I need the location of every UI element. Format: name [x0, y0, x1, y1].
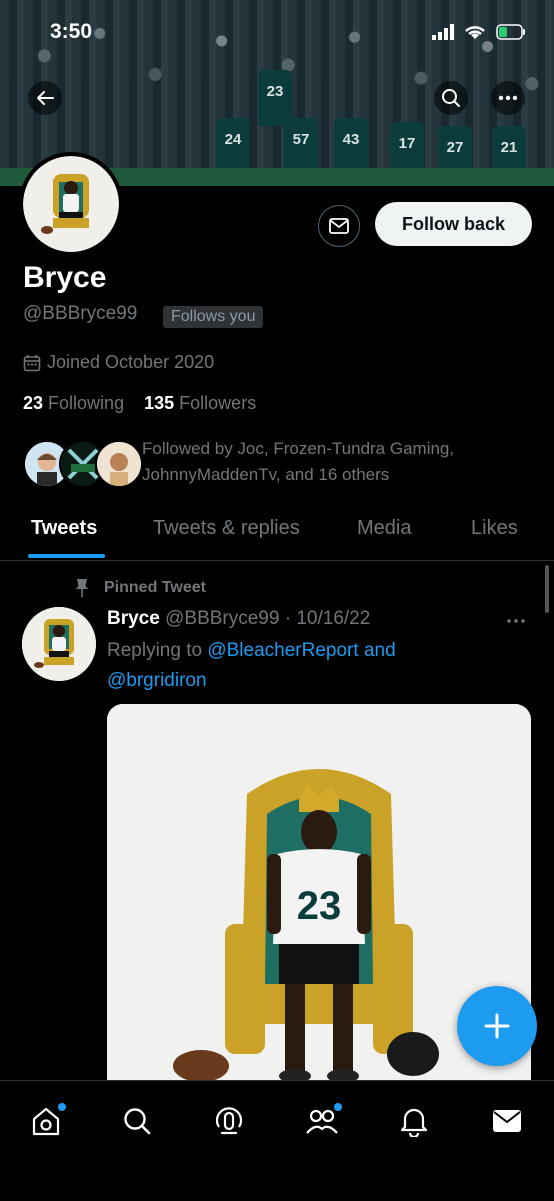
follower-avatar: [95, 440, 143, 488]
banner-jersey: 57: [284, 118, 318, 174]
communities-notification-dot: [334, 1103, 342, 1111]
more-icon: [498, 95, 518, 101]
avatar-image: [23, 156, 119, 252]
search-icon: [442, 89, 460, 107]
profile-name: Bryce: [23, 261, 107, 294]
spaces-icon: [215, 1107, 243, 1135]
scrollbar[interactable]: [545, 565, 549, 613]
nav-spaces[interactable]: [209, 1101, 249, 1141]
tweet-author-name[interactable]: Bryce: [107, 608, 160, 629]
profile-avatar[interactable]: [19, 152, 123, 256]
replying-to-label: Replying to: [107, 640, 203, 661]
followers-link[interactable]: 135 Followers: [144, 393, 256, 413]
mention-bleacherreport[interactable]: @BleacherReport: [207, 640, 358, 661]
status-time: 3:50: [50, 20, 93, 43]
tab-tweets-replies[interactable]: Tweets & replies: [153, 517, 300, 540]
notifications-icon: [400, 1108, 428, 1137]
more-icon: [507, 619, 525, 623]
communities-icon: [306, 1109, 338, 1134]
tweet-more-button[interactable]: [506, 608, 526, 629]
envelope-icon: [329, 218, 349, 234]
tab-likes[interactable]: Likes: [471, 517, 518, 540]
nav-communities[interactable]: [302, 1101, 342, 1141]
status-bar: 3:50: [0, 0, 554, 70]
calendar-icon: [23, 354, 41, 371]
tab-tweets[interactable]: Tweets: [31, 517, 97, 540]
messages-icon: [493, 1110, 521, 1132]
nav-notifications[interactable]: [394, 1101, 434, 1141]
tweet-author-handle: @BBBryce99: [165, 608, 280, 629]
pinned-text: Pinned Tweet: [104, 579, 206, 596]
plus-icon: [484, 1013, 510, 1039]
nav-home[interactable]: [26, 1101, 66, 1141]
home-notification-dot: [58, 1103, 66, 1111]
tweet-header: Bryce @BBBryce99 · 10/16/22: [107, 608, 370, 630]
followed-by-text[interactable]: Followed by Joc, Frozen-Tundra Gaming, J…: [142, 436, 542, 488]
bottom-navigation: [0, 1080, 554, 1201]
profile-handle: @BBBryce99: [23, 303, 138, 324]
search-button[interactable]: [434, 81, 468, 115]
active-tab-indicator: [28, 554, 105, 558]
pinned-label: Pinned Tweet: [74, 578, 206, 598]
replying-to: Replying to @BleacherReport and @brgridi…: [107, 636, 447, 696]
follow-back-button[interactable]: Follow back: [375, 202, 532, 246]
following-count: 23: [23, 393, 44, 413]
nav-search[interactable]: [117, 1101, 157, 1141]
banner-jersey: 23: [258, 70, 292, 126]
mention-brgridiron[interactable]: @brgridiron: [107, 670, 207, 691]
banner-jersey: 24: [216, 118, 250, 174]
mention-and: and: [363, 640, 396, 661]
joined-date: Joined October 2020: [23, 352, 214, 373]
message-button[interactable]: [318, 205, 360, 247]
wifi-icon: [465, 26, 485, 39]
followers-you-know-avatars[interactable]: [23, 440, 143, 488]
status-icons: [432, 24, 526, 40]
compose-tweet-button[interactable]: [457, 986, 537, 1066]
battery-icon: [496, 24, 525, 40]
image-jersey-number: 23: [297, 884, 342, 928]
pin-icon: [75, 579, 89, 597]
nav-messages[interactable]: [487, 1101, 527, 1141]
follow-stats: 23 Following 135 Followers: [23, 393, 256, 414]
back-button[interactable]: [28, 81, 62, 115]
home-icon: [32, 1107, 60, 1136]
signal-icon: [432, 24, 454, 40]
tweet-date: · 10/16/22: [284, 608, 371, 629]
following-label: Following: [48, 393, 125, 413]
banner-jersey: 43: [334, 118, 368, 174]
followers-count: 135: [144, 393, 175, 413]
followers-label: Followers: [179, 393, 257, 413]
joined-text: Joined October 2020: [47, 352, 215, 372]
tweet-author-avatar[interactable]: [22, 607, 96, 681]
more-button[interactable]: [491, 81, 525, 115]
profile-tabs: Tweets Tweets & replies Media Likes: [0, 504, 554, 561]
search-icon: [124, 1108, 151, 1135]
tab-media[interactable]: Media: [357, 517, 411, 540]
following-link[interactable]: 23 Following: [23, 393, 124, 413]
follows-you-badge: Follows you: [163, 306, 264, 328]
arrow-left-icon: [37, 91, 54, 105]
